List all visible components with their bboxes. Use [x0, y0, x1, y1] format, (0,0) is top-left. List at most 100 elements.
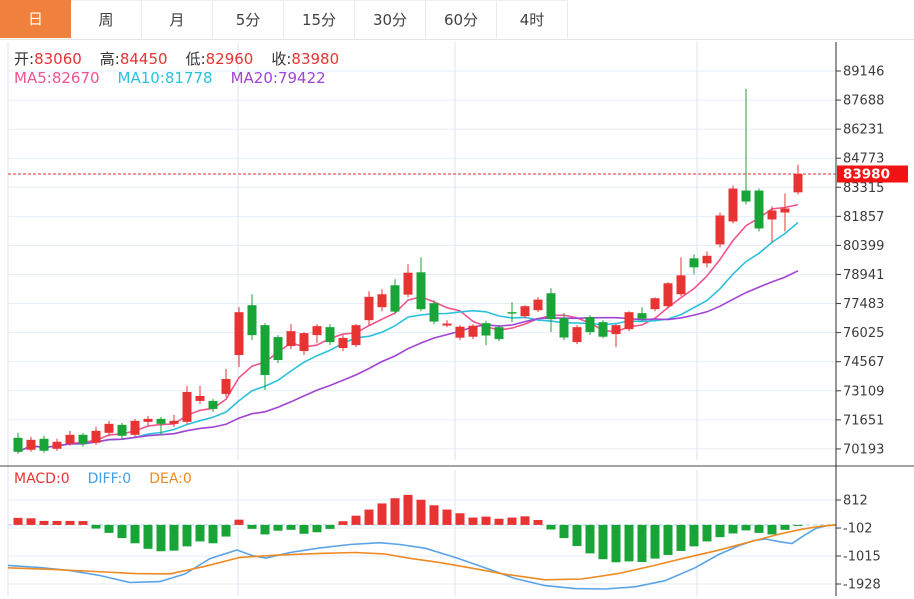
y-axis-label: 71651: [843, 413, 884, 428]
stat-item: MACD:0: [14, 471, 70, 487]
candle: [364, 296, 374, 321]
candle: [520, 306, 530, 317]
ma10-line: [17, 221, 799, 453]
candle: [312, 326, 322, 336]
macd-bar: [741, 524, 751, 531]
candle: [650, 298, 660, 310]
ohlc-summary: 开:83060 高:84450 低:82960 收:83980: [14, 48, 357, 69]
macd-bar: [130, 524, 140, 544]
candle: [546, 293, 556, 320]
macd-bar: [13, 517, 23, 525]
candle: [65, 434, 75, 444]
candle: [377, 294, 387, 308]
macd-bar: [559, 524, 569, 539]
y-axis-label: -1928: [843, 577, 881, 592]
macd-bar: [286, 524, 296, 530]
tab-period-6[interactable]: 30分: [355, 0, 426, 38]
macd-bar: [793, 524, 803, 526]
macd-bar: [156, 524, 166, 552]
macd-bar: [234, 519, 244, 525]
macd-bar: [507, 517, 517, 525]
tab-period-7[interactable]: 60分: [426, 0, 497, 38]
candle: [416, 272, 426, 310]
candle: [494, 327, 504, 340]
macd-bar: [169, 524, 179, 551]
candle: [754, 190, 764, 229]
candle: [156, 418, 166, 424]
macd-bar: [533, 519, 543, 525]
candle: [39, 438, 49, 451]
ma5-line: [17, 203, 799, 453]
stat-item: DEA:0: [149, 471, 192, 487]
y-axis-label: 74567: [843, 355, 884, 370]
candle: [572, 327, 582, 343]
candle: [442, 323, 452, 326]
candle: [455, 326, 465, 338]
y-axis-label: 78941: [843, 268, 884, 283]
y-axis-label: 84773: [843, 152, 884, 167]
candle: [117, 424, 127, 436]
stat-item: 低:82960: [185, 50, 254, 68]
macd-bar: [494, 518, 504, 525]
candle: [598, 322, 608, 337]
candle: [390, 285, 400, 312]
stat-item: DIFF:0: [87, 471, 132, 487]
ma-summary: MA5:82670 MA10:81778 MA20:79422: [14, 69, 344, 87]
tab-period-2[interactable]: 周: [71, 0, 142, 38]
macd-bar: [208, 524, 218, 544]
candle: [585, 317, 595, 333]
candle: [780, 208, 790, 213]
candle: [208, 400, 218, 409]
y-axis-label: 76025: [843, 326, 884, 341]
y-axis-label: 89146: [843, 65, 884, 80]
y-axis-label: 86231: [843, 123, 884, 138]
tab-period-3[interactable]: 月: [142, 0, 213, 38]
macd-bar: [585, 524, 595, 554]
macd-bar: [299, 524, 309, 534]
candle: [182, 391, 192, 422]
macd-bar: [572, 524, 582, 547]
macd-bar: [546, 524, 556, 530]
stat-item: 开:83060: [14, 50, 82, 68]
macd-bar: [390, 498, 400, 525]
stat-item: MA5:82670: [14, 69, 100, 87]
macd-bar: [429, 505, 439, 525]
chart-canvas[interactable]: 89146 87688 86231 84773 83315 81857 80399 78941…: [0, 0, 914, 599]
candle: [533, 299, 543, 311]
macd-bar: [65, 520, 75, 525]
candle: [52, 441, 62, 449]
macd-bar: [455, 513, 465, 525]
macd-bar: [91, 524, 101, 529]
macd-summary: MACD:0 DIFF:0 DEA:0: [14, 471, 210, 487]
macd-bar: [325, 524, 335, 529]
tab-period-5[interactable]: 15分: [284, 0, 355, 38]
candle: [234, 312, 244, 356]
tab-period-8[interactable]: 4时: [497, 0, 568, 38]
y-axis-label: 81857: [843, 210, 884, 225]
macd-bar: [442, 509, 452, 525]
candle: [676, 275, 686, 295]
macd-bar: [364, 509, 374, 525]
tab-period-4[interactable]: 5分: [213, 0, 284, 38]
macd-bar: [104, 524, 114, 533]
candle: [299, 333, 309, 352]
candle: [143, 418, 153, 422]
stat-item: MA10:81778: [117, 69, 213, 87]
macd-bar: [702, 524, 712, 542]
tab-period-1[interactable]: 日: [0, 0, 71, 38]
y-axis-label: -1015: [843, 550, 881, 565]
candle: [260, 325, 270, 375]
macd-bar: [351, 515, 361, 525]
macd-bar: [481, 516, 491, 525]
y-axis-label: 70193: [843, 442, 884, 457]
stat-item: MA20:79422: [230, 69, 326, 87]
y-axis-label: 812: [843, 494, 868, 509]
candle: [221, 378, 231, 394]
candle: [468, 325, 478, 337]
last-price-flag-text: 83980: [843, 167, 890, 183]
candle: [325, 327, 335, 343]
candle: [195, 395, 205, 401]
macd-bar: [195, 524, 205, 542]
candle: [130, 420, 140, 435]
macd-bar: [182, 524, 192, 547]
